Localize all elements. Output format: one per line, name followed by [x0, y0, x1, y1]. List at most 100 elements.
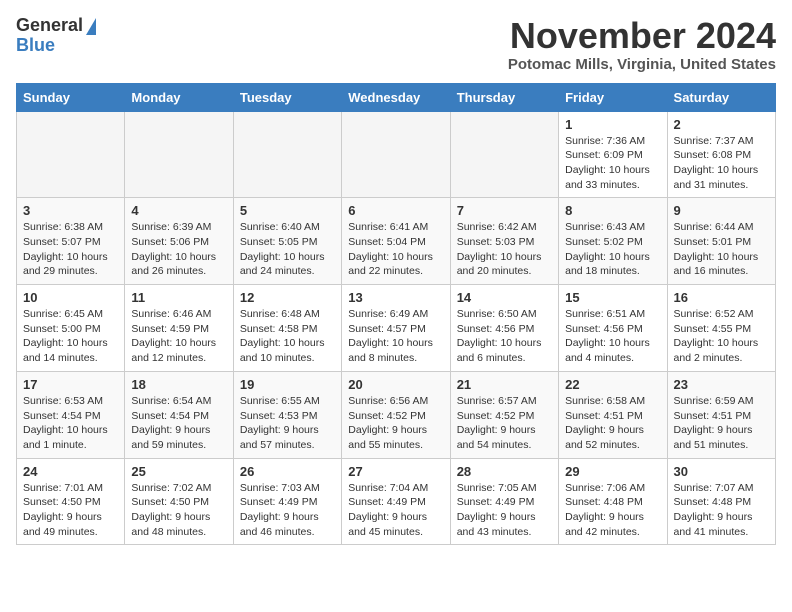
calendar-cell: 1 Sunrise: 7:36 AM Sunset: 6:09 PM Daylig… [559, 111, 667, 198]
calendar-cell: 8 Sunrise: 6:43 AM Sunset: 5:02 PM Daylig… [559, 198, 667, 285]
calendar-cell: 6Sunrise: 6:41 AM Sunset: 5:04 PM Daylig… [342, 198, 450, 285]
calendar-cell [450, 111, 558, 198]
calendar-cell: 28 Sunrise: 7:05 AM Sunset: 4:49 PM Dayli… [450, 458, 558, 545]
day-info: Sunrise: 6:57 AM Sunset: 4:52 PM Dayligh… [457, 394, 552, 453]
logo: General Blue [16, 16, 96, 56]
day-info: Sunrise: 6:46 AM Sunset: 4:59 PM Dayligh… [131, 307, 226, 366]
calendar-cell: 20Sunrise: 6:56 AM Sunset: 4:52 PM Dayli… [342, 371, 450, 458]
week-row-1: 1 Sunrise: 7:36 AM Sunset: 6:09 PM Daylig… [17, 111, 776, 198]
day-number: 24 [23, 464, 118, 479]
calendar-cell: 22 Sunrise: 6:58 AM Sunset: 4:51 PM Dayli… [559, 371, 667, 458]
calendar-cell [17, 111, 125, 198]
calendar-cell: 10 Sunrise: 6:45 AM Sunset: 5:00 PM Dayli… [17, 285, 125, 372]
day-info: Sunrise: 6:59 AM Sunset: 4:51 PM Dayligh… [674, 394, 769, 453]
day-number: 30 [674, 464, 769, 479]
logo-blue-text: Blue [16, 36, 55, 56]
calendar-cell [342, 111, 450, 198]
day-number: 16 [674, 290, 769, 305]
calendar-cell: 13 Sunrise: 6:49 AM Sunset: 4:57 PM Dayli… [342, 285, 450, 372]
day-info: Sunrise: 6:58 AM Sunset: 4:51 PM Dayligh… [565, 394, 660, 453]
day-number: 7 [457, 203, 552, 218]
calendar-cell: 9 Sunrise: 6:44 AM Sunset: 5:01 PM Daylig… [667, 198, 775, 285]
day-number: 17 [23, 377, 118, 392]
day-info: Sunrise: 6:56 AM Sunset: 4:52 PM Dayligh… [348, 394, 443, 453]
day-number: 2 [674, 117, 769, 132]
col-header-tuesday: Tuesday [233, 83, 341, 111]
calendar-cell: 25 Sunrise: 7:02 AM Sunset: 4:50 PM Dayli… [125, 458, 233, 545]
calendar-cell: 12 Sunrise: 6:48 AM Sunset: 4:58 PM Dayli… [233, 285, 341, 372]
day-number: 10 [23, 290, 118, 305]
day-number: 11 [131, 290, 226, 305]
day-info: Sunrise: 6:43 AM Sunset: 5:02 PM Dayligh… [565, 220, 660, 279]
day-number: 1 [565, 117, 660, 132]
day-info: Sunrise: 7:05 AM Sunset: 4:49 PM Dayligh… [457, 481, 552, 540]
day-number: 8 [565, 203, 660, 218]
calendar-cell: 29Sunrise: 7:06 AM Sunset: 4:48 PM Dayli… [559, 458, 667, 545]
day-info: Sunrise: 6:50 AM Sunset: 4:56 PM Dayligh… [457, 307, 552, 366]
day-info: Sunrise: 7:06 AM Sunset: 4:48 PM Dayligh… [565, 481, 660, 540]
week-row-4: 17 Sunrise: 6:53 AM Sunset: 4:54 PM Dayli… [17, 371, 776, 458]
calendar-cell: 19 Sunrise: 6:55 AM Sunset: 4:53 PM Dayli… [233, 371, 341, 458]
day-info: Sunrise: 7:37 AM Sunset: 6:08 PM Dayligh… [674, 134, 769, 193]
calendar-table: SundayMondayTuesdayWednesdayThursdayFrid… [16, 83, 776, 546]
day-info: Sunrise: 7:04 AM Sunset: 4:49 PM Dayligh… [348, 481, 443, 540]
col-header-friday: Friday [559, 83, 667, 111]
day-info: Sunrise: 7:01 AM Sunset: 4:50 PM Dayligh… [23, 481, 118, 540]
week-row-5: 24 Sunrise: 7:01 AM Sunset: 4:50 PM Dayli… [17, 458, 776, 545]
calendar-cell: 3Sunrise: 6:38 AM Sunset: 5:07 PM Daylig… [17, 198, 125, 285]
day-info: Sunrise: 6:53 AM Sunset: 4:54 PM Dayligh… [23, 394, 118, 453]
day-info: Sunrise: 7:03 AM Sunset: 4:49 PM Dayligh… [240, 481, 335, 540]
calendar-cell: 15 Sunrise: 6:51 AM Sunset: 4:56 PM Dayli… [559, 285, 667, 372]
day-info: Sunrise: 6:44 AM Sunset: 5:01 PM Dayligh… [674, 220, 769, 279]
col-header-saturday: Saturday [667, 83, 775, 111]
calendar-cell [125, 111, 233, 198]
calendar-cell: 30Sunrise: 7:07 AM Sunset: 4:48 PM Dayli… [667, 458, 775, 545]
day-info: Sunrise: 7:02 AM Sunset: 4:50 PM Dayligh… [131, 481, 226, 540]
title-area: November 2024 Potomac Mills, Virginia, U… [508, 16, 776, 73]
day-number: 27 [348, 464, 443, 479]
day-info: Sunrise: 6:40 AM Sunset: 5:05 PM Dayligh… [240, 220, 335, 279]
calendar-cell: 14 Sunrise: 6:50 AM Sunset: 4:56 PM Dayli… [450, 285, 558, 372]
week-row-2: 3Sunrise: 6:38 AM Sunset: 5:07 PM Daylig… [17, 198, 776, 285]
day-number: 28 [457, 464, 552, 479]
calendar-cell: 24 Sunrise: 7:01 AM Sunset: 4:50 PM Dayli… [17, 458, 125, 545]
month-title: November 2024 [508, 16, 776, 56]
day-number: 13 [348, 290, 443, 305]
day-number: 14 [457, 290, 552, 305]
calendar-cell: 16 Sunrise: 6:52 AM Sunset: 4:55 PM Dayli… [667, 285, 775, 372]
logo-text: General [16, 16, 96, 36]
day-number: 19 [240, 377, 335, 392]
day-number: 15 [565, 290, 660, 305]
day-number: 21 [457, 377, 552, 392]
day-info: Sunrise: 6:55 AM Sunset: 4:53 PM Dayligh… [240, 394, 335, 453]
calendar-cell: 23 Sunrise: 6:59 AM Sunset: 4:51 PM Dayli… [667, 371, 775, 458]
day-number: 9 [674, 203, 769, 218]
calendar-cell: 7Sunrise: 6:42 AM Sunset: 5:03 PM Daylig… [450, 198, 558, 285]
day-info: Sunrise: 6:39 AM Sunset: 5:06 PM Dayligh… [131, 220, 226, 279]
calendar-cell: 5 Sunrise: 6:40 AM Sunset: 5:05 PM Daylig… [233, 198, 341, 285]
day-info: Sunrise: 6:52 AM Sunset: 4:55 PM Dayligh… [674, 307, 769, 366]
calendar-cell: 18Sunrise: 6:54 AM Sunset: 4:54 PM Dayli… [125, 371, 233, 458]
day-number: 23 [674, 377, 769, 392]
day-info: Sunrise: 7:36 AM Sunset: 6:09 PM Dayligh… [565, 134, 660, 193]
calendar-cell [233, 111, 341, 198]
day-number: 25 [131, 464, 226, 479]
calendar-cell: 21 Sunrise: 6:57 AM Sunset: 4:52 PM Dayli… [450, 371, 558, 458]
day-number: 22 [565, 377, 660, 392]
day-info: Sunrise: 6:48 AM Sunset: 4:58 PM Dayligh… [240, 307, 335, 366]
day-number: 6 [348, 203, 443, 218]
header-row: SundayMondayTuesdayWednesdayThursdayFrid… [17, 83, 776, 111]
day-number: 12 [240, 290, 335, 305]
day-info: Sunrise: 6:51 AM Sunset: 4:56 PM Dayligh… [565, 307, 660, 366]
day-info: Sunrise: 6:49 AM Sunset: 4:57 PM Dayligh… [348, 307, 443, 366]
day-info: Sunrise: 6:45 AM Sunset: 5:00 PM Dayligh… [23, 307, 118, 366]
week-row-3: 10 Sunrise: 6:45 AM Sunset: 5:00 PM Dayli… [17, 285, 776, 372]
day-number: 5 [240, 203, 335, 218]
day-number: 4 [131, 203, 226, 218]
day-info: Sunrise: 6:38 AM Sunset: 5:07 PM Dayligh… [23, 220, 118, 279]
col-header-sunday: Sunday [17, 83, 125, 111]
day-number: 18 [131, 377, 226, 392]
col-header-thursday: Thursday [450, 83, 558, 111]
page-header: General Blue November 2024 Potomac Mills… [16, 16, 776, 73]
calendar-cell: 26Sunrise: 7:03 AM Sunset: 4:49 PM Dayli… [233, 458, 341, 545]
